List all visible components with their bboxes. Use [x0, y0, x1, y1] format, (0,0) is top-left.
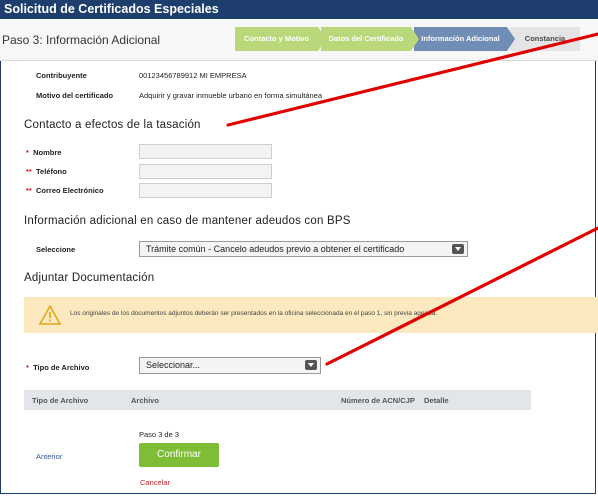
- table-header-cell: Detalle: [424, 396, 449, 405]
- step-datos[interactable]: Datos del Certificado: [321, 27, 419, 51]
- warning-icon: [39, 305, 61, 325]
- adeudos-heading: Información adicional en caso de mantene…: [24, 215, 351, 227]
- warning-banner: Los originales de los documentos adjunto…: [24, 297, 598, 333]
- tipo-archivo-field-label: * Tipo de Archivo: [26, 363, 90, 372]
- table-header-cell: Archivo: [131, 396, 159, 405]
- tipo-archivo-label-text: Tipo de Archivo: [33, 363, 90, 372]
- contribuyente-label: Contribuyente: [36, 71, 87, 80]
- seleccione-label: Seleccione: [36, 245, 76, 254]
- step-informacion[interactable]: Información Adicional: [414, 27, 515, 51]
- step-label: Contacto y Motivo: [244, 34, 309, 43]
- telefono-label-text: Teléfono: [36, 167, 67, 176]
- warning-text: Los originales de los documentos adjunto…: [70, 310, 438, 317]
- adeudos-select[interactable]: Trámite común - Cancelo adeudos previo a…: [139, 241, 468, 257]
- correo-input[interactable]: [139, 183, 272, 198]
- nombre-label-text: Nombre: [33, 148, 62, 157]
- motivo-label: Motivo del certificado: [36, 91, 114, 100]
- tipo-archivo-select[interactable]: Seleccionar...: [139, 357, 321, 374]
- contact-heading: Contacto a efectos de la tasación: [24, 119, 201, 131]
- chevron-down-icon[interactable]: [452, 244, 464, 254]
- nombre-field-label: * Nombre: [26, 148, 62, 157]
- correo-label-text: Correo Electrónico: [36, 186, 104, 195]
- step-label: Datos del Certificado: [328, 34, 404, 43]
- step-label: Información Adicional: [421, 34, 500, 43]
- step-bar: Paso 3: Información Adicional Contacto y…: [0, 19, 598, 61]
- step-constancia[interactable]: Constancia: [510, 27, 580, 51]
- docs-heading: Adjuntar Documentación: [24, 272, 155, 284]
- telefono-input[interactable]: [139, 164, 272, 179]
- tipo-archivo-select-value: Seleccionar...: [146, 360, 201, 370]
- table-header-cell: Tipo de Archivo: [32, 396, 89, 405]
- anterior-link[interactable]: Anterior: [36, 452, 62, 461]
- adeudos-select-value: Trámite común - Cancelo adeudos previo a…: [146, 244, 405, 254]
- contribuyente-value: 00123456789912 MI EMPRESA: [139, 71, 247, 80]
- step-label: Constancia: [524, 34, 566, 43]
- chevron-down-icon[interactable]: [305, 360, 317, 370]
- table-header-cell: Número de ACN/CJP: [341, 396, 415, 405]
- step-title: Paso 3: Información Adicional: [2, 33, 161, 47]
- cancel-link[interactable]: Cancelar: [140, 478, 170, 487]
- window-title: Solicitud de Certificados Especiales: [0, 0, 598, 19]
- nombre-input[interactable]: [139, 144, 272, 159]
- telefono-field-label: ** Teléfono: [26, 167, 67, 176]
- step-counter: Paso 3 de 3: [139, 430, 180, 439]
- confirm-button[interactable]: Confirmar: [139, 443, 219, 467]
- attachments-table-header: Tipo de Archivo Archivo Número de ACN/CJ…: [24, 390, 531, 410]
- correo-field-label: ** Correo Electrónico: [26, 186, 104, 195]
- motivo-value: Adquirir y gravar inmueble urbano en for…: [139, 91, 323, 100]
- wizard-steps: Contacto y Motivo Datos del Certificado …: [235, 27, 583, 51]
- step-contacto[interactable]: Contacto y Motivo: [235, 27, 326, 51]
